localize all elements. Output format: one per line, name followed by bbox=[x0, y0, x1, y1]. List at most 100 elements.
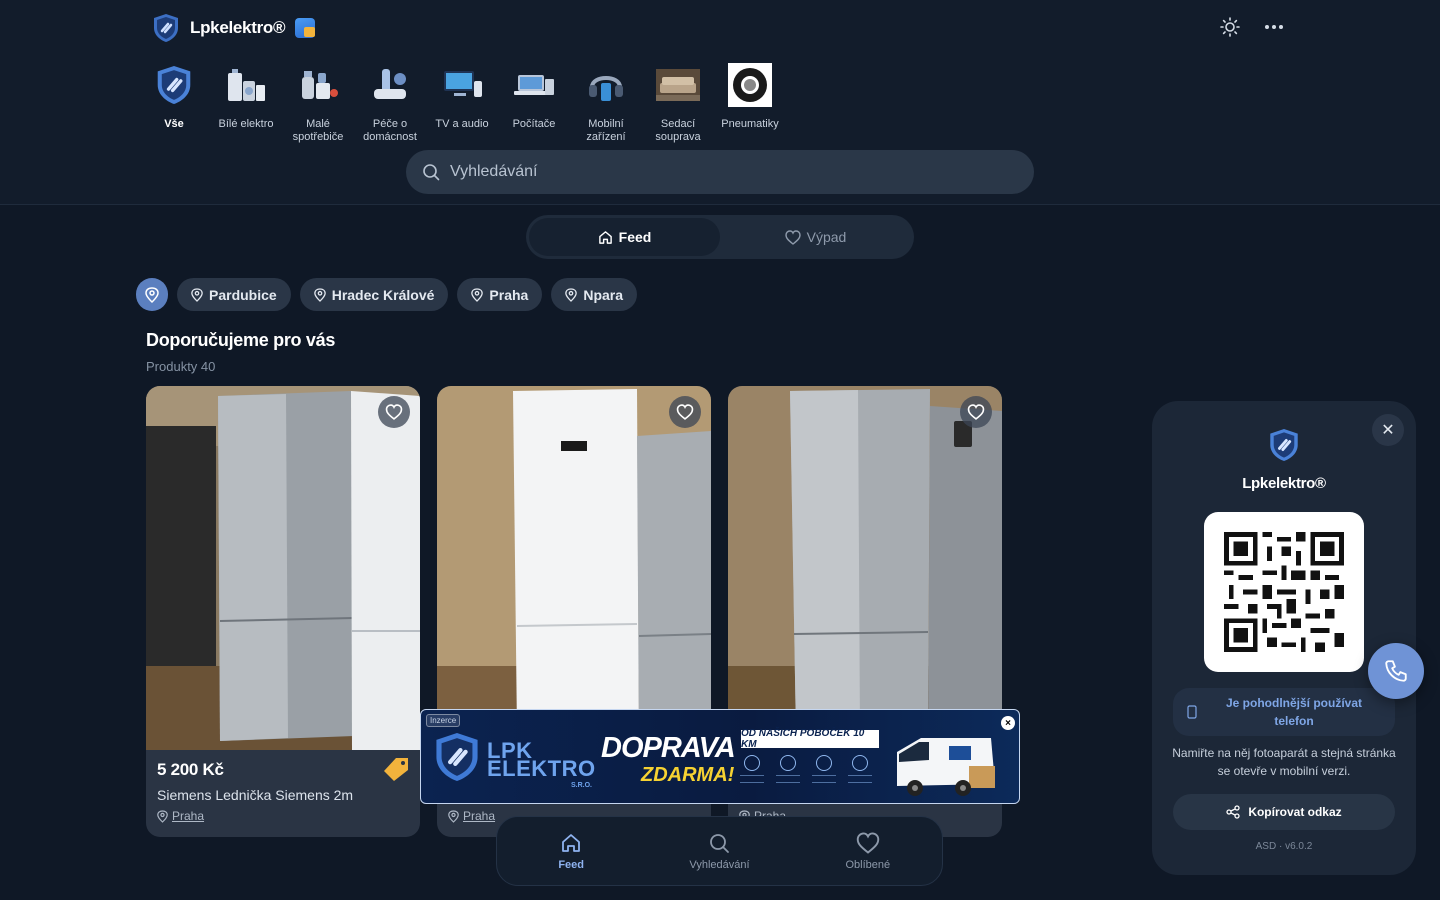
category-label: Malé spotřebiče bbox=[292, 118, 344, 143]
chip-label: Pardubice bbox=[209, 286, 277, 303]
brand[interactable]: Lpkelektro® bbox=[152, 12, 316, 44]
ad-badge: Inzerce bbox=[426, 714, 461, 727]
tab-vypad-label: Výpad bbox=[806, 229, 847, 245]
delivery-van-image bbox=[897, 738, 995, 796]
banner-brand-sro: S.R.O. bbox=[571, 782, 593, 789]
tab-vypad[interactable]: Výpad bbox=[720, 218, 911, 256]
category-pece-o-domacnost[interactable]: Péče o domácnost bbox=[354, 62, 426, 144]
location-filters: Pardubice Hradec Králové Praha Npara bbox=[136, 278, 638, 311]
product-location: Praha bbox=[448, 809, 495, 823]
heart-icon bbox=[676, 404, 694, 420]
search-input[interactable] bbox=[450, 163, 1010, 181]
category-pocitace[interactable]: Počítače bbox=[498, 62, 570, 144]
qr-brand-name: Lpkelektro® bbox=[1242, 475, 1326, 492]
product-image bbox=[146, 386, 420, 750]
phone-icon bbox=[1385, 660, 1407, 682]
category-label: Pneumatiky bbox=[721, 118, 779, 130]
category-bile-elektro[interactable]: Bílé elektro bbox=[210, 62, 282, 144]
category-label: Péče o domácnost bbox=[363, 118, 417, 143]
heart-icon bbox=[784, 229, 801, 245]
copy-link-button[interactable]: Kopírovat odkaz bbox=[1173, 794, 1395, 830]
favorite-button[interactable] bbox=[378, 396, 410, 428]
category-label: Bílé elektro bbox=[218, 118, 274, 130]
banner-subheadline: ZDARMA! bbox=[641, 764, 735, 786]
nav-favorites[interactable]: Oblíbené bbox=[794, 817, 942, 885]
mobile-hint: Je pohodlnější používat telefon bbox=[1173, 688, 1395, 736]
product-image bbox=[728, 386, 1002, 750]
category-male-spotrebice[interactable]: Malé spotřebiče bbox=[282, 62, 354, 144]
product-title: Siemens Lednička Siemens 2m bbox=[157, 787, 354, 803]
close-icon[interactable]: × bbox=[1001, 716, 1015, 730]
small-appliances-icon bbox=[295, 62, 341, 108]
map-pin-icon bbox=[471, 287, 484, 302]
feed-toggle: Feed Výpad bbox=[526, 215, 914, 259]
map-pin-icon bbox=[145, 286, 159, 303]
qr-description: Namiřte na něj fotoaparát a stejná strán… bbox=[1172, 746, 1396, 778]
banner-brand: LPK ELEKTRO bbox=[487, 740, 596, 780]
smile-icon bbox=[847, 755, 873, 783]
nav-favorites-label: Oblíbené bbox=[845, 858, 891, 871]
heart-icon bbox=[856, 832, 880, 854]
close-icon[interactable]: ✕ bbox=[1372, 414, 1404, 446]
map-pin-icon bbox=[157, 809, 168, 823]
category-pneumatiky[interactable]: Pneumatiky bbox=[714, 62, 786, 144]
appliances-icon bbox=[223, 62, 269, 108]
product-image bbox=[437, 386, 711, 750]
tv-icon bbox=[439, 62, 485, 108]
mobile-hint-text: Je pohodlnější používat telefon bbox=[1225, 696, 1362, 728]
category-label: Mobilní zařízení bbox=[586, 118, 626, 143]
chip-praha[interactable]: Praha bbox=[457, 278, 543, 311]
search-icon bbox=[710, 833, 730, 853]
call-button[interactable] bbox=[1368, 643, 1424, 699]
chip-hradec-kralove[interactable]: Hradec Králové bbox=[299, 278, 449, 311]
nav-feed-label: Feed bbox=[558, 858, 584, 871]
ad-banner[interactable]: Inzerce × LPK ELEKTRO S.R.O. DOPRAVA ZDA… bbox=[420, 709, 1020, 804]
qr-panel: ✕ Lpkelektro® Je pohodlnější používat te… bbox=[1152, 401, 1416, 875]
copy-link-label: Kopírovat odkaz bbox=[1248, 805, 1342, 819]
home-icon bbox=[562, 833, 581, 852]
shield-plug-icon bbox=[154, 14, 178, 42]
favorite-button[interactable] bbox=[960, 396, 992, 428]
chip-npara[interactable]: Npara bbox=[551, 278, 638, 311]
tab-feed[interactable]: Feed bbox=[529, 218, 720, 256]
search-bar[interactable] bbox=[406, 150, 1034, 194]
shield-icon bbox=[811, 755, 837, 783]
shopping-bag-icon bbox=[295, 18, 316, 38]
product-count: Produkty 40 bbox=[146, 359, 216, 374]
map-pin-icon bbox=[565, 287, 578, 302]
nav-feed[interactable]: Feed bbox=[497, 817, 645, 885]
my-location-button[interactable] bbox=[136, 278, 168, 311]
map-pin-icon bbox=[191, 287, 203, 302]
price-tag-icon bbox=[384, 758, 408, 781]
category-mobilni-zarizeni[interactable]: Mobilní zařízení bbox=[570, 62, 642, 144]
map-pin-icon bbox=[448, 809, 459, 823]
category-sedaci-souprava[interactable]: Sedací souprava bbox=[642, 62, 714, 144]
chip-pardubice[interactable]: Pardubice bbox=[177, 278, 291, 311]
nav-search[interactable]: Vyhledávání bbox=[645, 817, 793, 885]
qr-code bbox=[1204, 512, 1364, 672]
home-icon bbox=[598, 230, 612, 244]
product-card[interactable]: 5 200 Kč Siemens Lednička Siemens 2m Pra… bbox=[146, 386, 420, 837]
more-horizontal-icon[interactable] bbox=[1261, 14, 1287, 40]
favorite-button[interactable] bbox=[669, 396, 701, 428]
chip-label: Npara bbox=[583, 286, 624, 303]
tire-icon bbox=[727, 62, 773, 108]
location-icon bbox=[739, 755, 765, 783]
heart-icon bbox=[967, 404, 985, 420]
product-price: 5 200 Kč bbox=[157, 760, 224, 779]
nav-search-label: Vyhledávání bbox=[689, 858, 750, 871]
product-location-link[interactable]: Praha bbox=[463, 809, 495, 823]
sun-icon[interactable] bbox=[1217, 14, 1243, 40]
category-vse[interactable]: Vše bbox=[138, 62, 210, 144]
product-location-link[interactable]: Praha bbox=[172, 809, 204, 823]
category-label: Počítače bbox=[512, 118, 556, 130]
heart-icon bbox=[385, 404, 403, 420]
shield-plug-icon bbox=[151, 62, 197, 108]
mobile-icon bbox=[583, 62, 629, 108]
chip-label: Hradec Králové bbox=[331, 286, 435, 303]
shield-plug-icon bbox=[1270, 429, 1298, 461]
category-tv-a-audio[interactable]: TV a audio bbox=[426, 62, 498, 144]
bottom-navigation: Feed Vyhledávání Oblíbené bbox=[496, 816, 943, 886]
truck-icon bbox=[775, 755, 801, 783]
sofa-icon bbox=[655, 62, 701, 108]
